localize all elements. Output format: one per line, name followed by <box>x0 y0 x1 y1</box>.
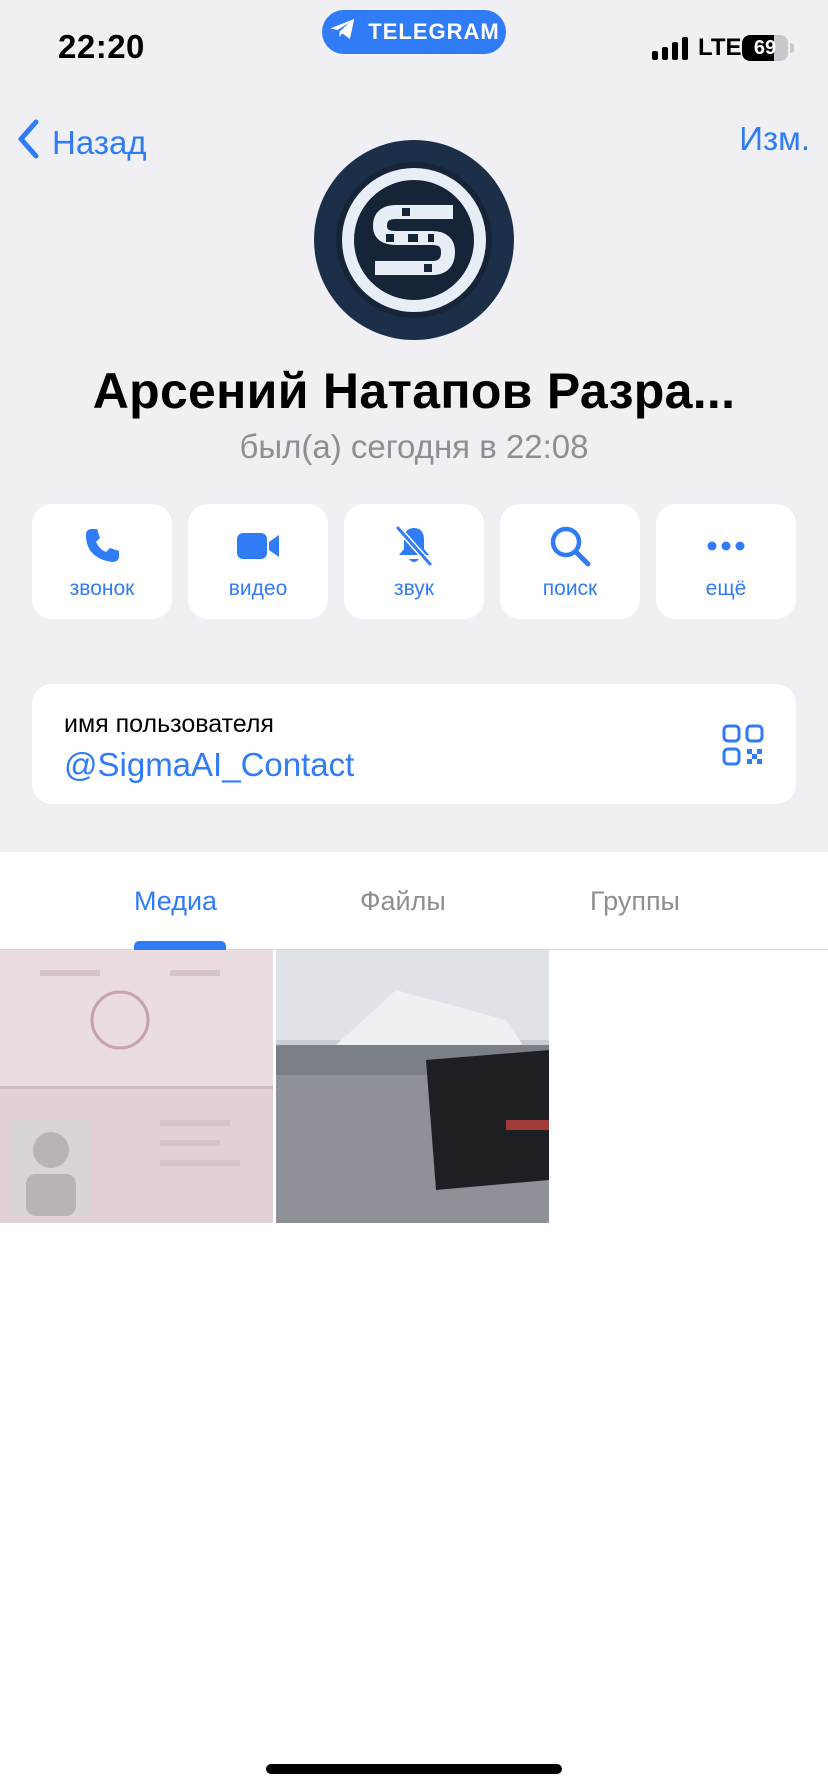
last-seen-status: был(а) сегодня в 22:08 <box>239 428 589 465</box>
mute-label: звук <box>393 576 434 600</box>
home-indicator <box>266 1764 562 1774</box>
username-card[interactable]: имя пользователя @SigmaAI_Contact <box>32 684 796 804</box>
telegram-plane-icon <box>328 14 358 50</box>
tab-files[interactable]: Файлы <box>360 886 446 917</box>
username-label: имя пользователя <box>64 710 274 738</box>
battery-icon: 69 <box>742 35 788 61</box>
more-button[interactable]: ещё <box>656 504 796 619</box>
cellular-signal-icon <box>652 36 688 60</box>
phone-icon <box>77 523 127 569</box>
profile-name: Арсений Натапов Разра... <box>92 363 736 419</box>
tab-media[interactable]: Медиа <box>134 886 217 917</box>
telegram-pill[interactable]: TELEGRAM <box>322 10 506 54</box>
video-icon <box>233 523 283 569</box>
avatar[interactable] <box>314 140 514 340</box>
media-thumbnail-document[interactable] <box>0 950 273 1223</box>
action-buttons: звонок видео звук поиск ещё <box>32 504 796 619</box>
search-label: поиск <box>542 576 598 600</box>
search-icon <box>545 523 595 569</box>
battery-level: 69 <box>753 37 777 59</box>
video-button[interactable]: видео <box>188 504 328 619</box>
image-placeholder <box>0 950 273 1223</box>
username-link[interactable]: @SigmaAI_Contact <box>64 746 354 784</box>
telegram-pill-label: TELEGRAM <box>368 19 500 44</box>
sigma-logo-icon <box>336 162 492 318</box>
more-icon <box>701 523 751 569</box>
qr-code-icon[interactable] <box>722 724 764 766</box>
active-tab-indicator <box>134 941 226 950</box>
status-time: 22:20 <box>58 28 145 65</box>
bell-slash-icon <box>389 523 439 569</box>
call-label: звонок <box>69 576 135 600</box>
network-type: LTE <box>698 34 742 61</box>
video-label: видео <box>228 576 288 600</box>
back-label: Назад <box>52 124 147 161</box>
edit-button[interactable]: Изм. <box>739 120 810 158</box>
search-button[interactable]: поиск <box>500 504 640 619</box>
chevron-left-icon <box>14 118 44 168</box>
media-thumbnail-photo[interactable] <box>276 950 549 1223</box>
back-button[interactable]: Назад <box>14 118 147 168</box>
image-placeholder <box>276 950 549 1223</box>
battery-cap <box>790 43 794 53</box>
media-tabs: Медиа Файлы Группы <box>0 852 828 950</box>
mute-button[interactable]: звук <box>344 504 484 619</box>
tab-groups[interactable]: Группы <box>590 886 680 917</box>
media-grid <box>0 950 549 1223</box>
more-label: ещё <box>705 576 747 600</box>
call-button[interactable]: звонок <box>32 504 172 619</box>
